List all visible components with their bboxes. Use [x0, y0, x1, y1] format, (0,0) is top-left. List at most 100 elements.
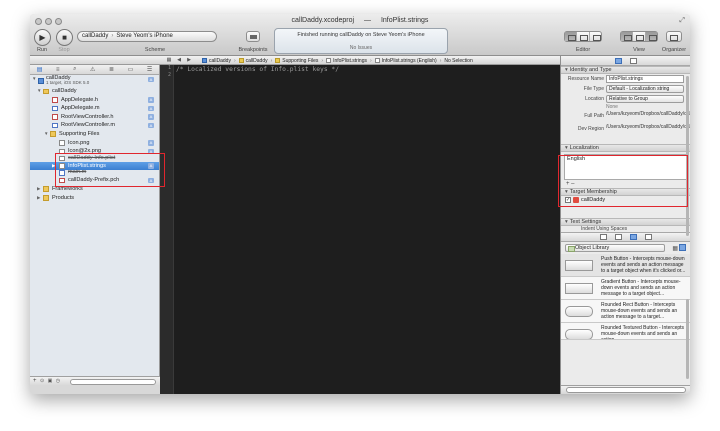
tree-row-supporting-files[interactable]: ▼ Supporting Files [30, 130, 159, 139]
folder-icon [238, 58, 244, 63]
disclosure-closed-icon[interactable]: ▶ [37, 194, 40, 203]
breadcrumb-group[interactable]: callDaddy [238, 58, 276, 64]
breakpoint-navigator-icon[interactable]: ▭ [128, 66, 134, 73]
xcode-window: callDaddy.xcodeproj — InfoPlist.strings … [30, 14, 690, 394]
code-snippet-library-icon[interactable] [614, 234, 622, 240]
media-library-icon[interactable] [644, 234, 652, 240]
project-navigator: ▤ ≡ ⌕ ⚠ ≣ ▭ ☰ ▼ callDaddy 1 target, iOS … [30, 65, 160, 386]
breadcrumb: callDaddy callDaddy Supporting Files Inf… [202, 56, 479, 65]
file-inspector-icon[interactable] [614, 57, 622, 64]
library-filter-input[interactable] [566, 387, 686, 393]
symbol-navigator-icon[interactable]: ≡ [56, 67, 60, 73]
object-library-icon[interactable] [629, 234, 637, 240]
scheme-device: Steve Yeom's iPhone [116, 33, 173, 39]
full-path-value: /Users/kzyeom/Dropbox/callDaddy/callDadd… [606, 111, 690, 117]
tree-row-rootviewcontroller-m[interactable]: RootViewController.m A [30, 121, 159, 130]
fullscreen-icon[interactable]: ⤢ [679, 17, 685, 25]
header-file-icon [52, 97, 58, 103]
object-library-select[interactable]: Object Library [565, 244, 665, 252]
debug-toggle-icon[interactable] [633, 32, 646, 41]
tree-item-label: Icon.png [68, 139, 90, 146]
related-files-nav: ▦ ◀ ▶ [165, 57, 193, 63]
file-icon [326, 58, 332, 63]
editor-label: Editor [575, 47, 591, 53]
grid-view-icon[interactable]: ▦ [672, 245, 678, 252]
folder-icon [50, 131, 56, 137]
library-item[interactable]: Rounded Rect Button - Intercepts mouse-d… [561, 300, 690, 323]
breadcrumb-file[interactable]: InfoPlist.strings [326, 58, 375, 64]
breadcrumb-supporting-files[interactable]: Supporting Files [275, 58, 326, 64]
library-popup-row: Object Library ▦ [561, 242, 690, 254]
version-editor-icon[interactable] [590, 32, 601, 41]
project-navigator-icon[interactable]: ▤ [37, 66, 43, 73]
breadcrumb-project[interactable]: callDaddy [202, 58, 239, 64]
scheme-selector[interactable]: callDaddy › Steve Yeom's iPhone [77, 31, 217, 42]
organizer-button[interactable] [666, 31, 682, 42]
navigator-filter-input[interactable] [70, 379, 156, 385]
issue-navigator-icon[interactable]: ⚠ [90, 66, 95, 73]
highlight-infoplist-strings [55, 153, 165, 187]
library-item[interactable]: Rounded Textured Button - Intercepts mou… [561, 323, 690, 340]
location-select[interactable]: Relative to Group [606, 95, 684, 103]
organizer-icon[interactable] [667, 32, 681, 41]
utilities-toggle-icon[interactable] [645, 32, 657, 41]
badge-a: A [148, 122, 154, 129]
resource-name-field[interactable]: InfoPlist.strings [606, 75, 684, 83]
folder-icon [275, 58, 281, 63]
tree-row-rootviewcontroller-h[interactable]: RootViewController.h A [30, 113, 159, 122]
library-item-desc: Push Button - Intercepts mouse-down even… [601, 256, 686, 274]
localization-section-header[interactable]: Localization [561, 144, 690, 152]
breakpoints-button[interactable] [246, 31, 260, 42]
debug-navigator-icon[interactable]: ≣ [109, 66, 114, 73]
dev-region-value: /Users/kzyeom/Dropbox/callDaddy/callDadd… [606, 124, 690, 130]
disclosure-closed-icon[interactable]: ▶ [37, 185, 40, 194]
tree-row-appdelegate-h[interactable]: AppDelegate.h A [30, 96, 159, 105]
tree-row-appdelegate-m[interactable]: AppDelegate.m A [30, 104, 159, 113]
run-button[interactable]: ▶ [34, 29, 51, 46]
forward-arrow-icon[interactable]: ▶ [185, 57, 193, 63]
disclosure-open-icon[interactable]: ▼ [32, 75, 36, 84]
library-item[interactable]: Gradient Button - Intercepts mouse-down … [561, 277, 690, 300]
breadcrumb-localized-file[interactable]: InfoPlist.strings (English) [374, 58, 445, 64]
tree-row-callDaddy[interactable]: ▼ callDaddy [30, 87, 159, 96]
stop-button[interactable]: ■ [56, 29, 73, 46]
breadcrumb-file-label: InfoPlist.strings [333, 57, 367, 64]
related-items-icon[interactable]: ▦ [165, 57, 173, 63]
badge-a: A [148, 105, 154, 112]
resource-name-label: Resource Name [567, 76, 604, 82]
breadcrumb-selection[interactable]: No Selection [444, 58, 478, 64]
tree-project-row[interactable]: ▼ callDaddy 1 target, iOS SDK 5.0 A [30, 75, 159, 87]
window-title: callDaddy.xcodeproj — InfoPlist.strings [30, 17, 690, 24]
navigator-toggle-icon[interactable] [621, 32, 634, 41]
library-item[interactable]: Push Button - Intercepts mouse-down even… [561, 254, 690, 277]
quick-help-icon[interactable] [629, 57, 637, 64]
log-navigator-icon[interactable]: ☰ [147, 66, 152, 73]
library-item-desc: Rounded Textured Button - Intercepts mou… [601, 325, 685, 340]
implementation-file-icon [52, 105, 58, 112]
add-file-icon[interactable]: + [33, 378, 37, 384]
back-arrow-icon[interactable]: ◀ [175, 57, 183, 63]
assistant-editor-icon[interactable] [577, 32, 590, 41]
tree-row-icon-png[interactable]: Icon.png A [30, 139, 159, 148]
disclosure-open-icon[interactable]: ▼ [37, 87, 41, 96]
file-type-select[interactable]: Default - Localization string [606, 85, 684, 93]
badge-a: A [148, 76, 154, 82]
source-editor[interactable]: /* Localized versions of Info.plist keys… [174, 65, 560, 394]
location-label: Location [585, 96, 604, 102]
filter-options-icon[interactable]: ⊙ ▣ ◷ [40, 378, 61, 384]
list-view-icon[interactable] [679, 244, 686, 251]
search-navigator-icon[interactable]: ⌕ [73, 66, 76, 73]
text-settings-header[interactable]: Text Settings [561, 218, 690, 226]
file-template-library-icon[interactable] [599, 234, 607, 240]
view-control[interactable] [620, 31, 658, 42]
editor-mode-control[interactable] [564, 31, 602, 42]
tree-row-products[interactable]: ▶ Products [30, 194, 159, 203]
identity-section-header[interactable]: Identity and Type [561, 66, 690, 74]
breakpoints-label: Breakpoints [238, 47, 268, 53]
library-scrollbar[interactable] [686, 299, 689, 379]
standard-editor-icon[interactable] [565, 32, 578, 41]
code-line-comment[interactable]: /* Localized versions of Info.plist keys… [174, 65, 560, 74]
disclosure-open-icon[interactable]: ▼ [44, 130, 48, 139]
location-row: Location Relative to Group [561, 94, 690, 104]
line-number: 1 [167, 65, 171, 71]
